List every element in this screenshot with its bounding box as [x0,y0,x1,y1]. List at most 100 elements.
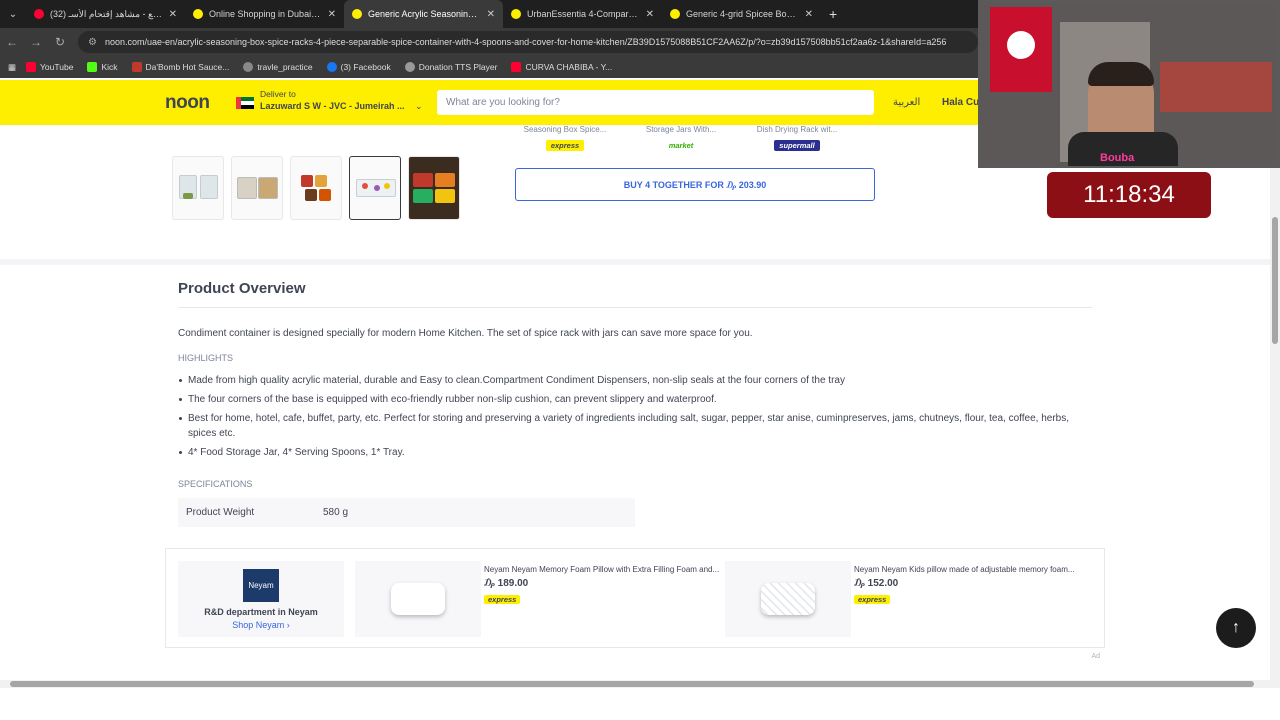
bookmark-facebook[interactable]: (3) Facebook [326,62,391,72]
bookmark-curva-chabiba[interactable]: CURVA CHABIBA - Y... [511,62,612,72]
gallery-thumbnail[interactable] [408,156,460,220]
ad-product-info[interactable]: Neyam Neyam Memory Foam Pillow with Extr… [484,565,724,607]
uae-flag-icon [236,97,254,109]
specifications-label: SPECIFICATIONS [178,479,253,489]
noon-favicon-icon [670,9,680,19]
ad-product-price: ₯ 152.00 [854,578,899,589]
scroll-to-top-button[interactable]: ↑ [1216,608,1256,648]
bundle-card[interactable]: Storage Jars With... market [631,125,731,153]
close-tab-icon[interactable]: ✕ [487,9,495,20]
gallery-thumbnail-selected[interactable] [349,156,401,220]
bundle-card-name: Storage Jars With... [645,125,717,134]
apps-icon[interactable]: ▦ [8,62,16,73]
express-badge: express [854,595,891,604]
ad-product-image[interactable] [725,561,851,637]
bundle-card-name: Seasoning Box Spice... [523,125,607,134]
account-greeting[interactable]: Hala Cu [942,97,979,108]
url-field[interactable]: ⚙ noon.com/uae-en/acrylic-seasoning-box-… [78,31,978,53]
forward-icon[interactable]: → [24,35,48,49]
product-overview-title: Product Overview [178,280,306,297]
new-tab-icon[interactable]: + [829,6,837,22]
gallery-thumbnail[interactable] [290,156,342,220]
site-info-icon[interactable]: ⚙ [88,37,97,48]
tab-urbanessentia[interactable]: UrbanEssentia 4-Compartment ✕ [503,0,662,28]
tab-spicee-box[interactable]: Generic 4-grid Spicee Box With ✕ [662,0,821,28]
facebook-icon [326,62,337,72]
tab-search-icon[interactable]: ⌄ [0,0,26,28]
horizontal-scrollbar[interactable] [0,680,1280,688]
back-icon[interactable]: ← [0,35,24,49]
arrow-up-icon: ↑ [1232,619,1240,636]
tab-title: Generic 4-grid Spicee Box With [686,9,799,19]
ad-product-title: Neyam Neyam Kids pillow made of adjustab… [854,565,1075,574]
ad-product-info[interactable]: Neyam Neyam Kids pillow made of adjustab… [854,565,1094,607]
highlight-item: The four corners of the base is equipped… [179,392,1098,407]
close-tab-icon[interactable]: ✕ [646,9,654,20]
highlight-item: Made from high quality acrylic material,… [179,373,1098,388]
bookmark-youtube[interactable]: YouTube [26,62,73,72]
tab-title: Online Shopping in Dubai, Abu Dhabi [209,9,322,19]
pillow-image [391,583,445,615]
highlights-label: HIGHLIGHTS [178,353,234,363]
bookmark-donation-tts[interactable]: Donation TTS Player [404,62,497,72]
section-divider [0,259,1270,265]
gallery-thumbnail[interactable] [231,156,283,220]
tab-title: Generic Acrylic Seasoning Box Spice [368,9,481,19]
noon-favicon-icon [193,9,203,19]
globe-icon [404,62,415,72]
tab-youtube[interactable]: (32) ترانديع - مشاهد إقتحام الأسـ ✕ [26,0,185,28]
bookmark-travle-practice[interactable]: travle_practice [243,62,313,72]
language-switch[interactable]: العربية [893,97,920,108]
express-badge: express [545,140,585,151]
chevron-down-icon: ⌄ [415,101,423,111]
shop-brand-link[interactable]: Shop Neyam › [178,620,344,630]
supermall-badge: supermall [774,140,820,151]
bookmark-kick[interactable]: Kick [87,62,118,72]
youtube-icon [511,62,522,72]
tab-title: (32) ترانديع - مشاهد إقتحام الأسـ [50,8,163,19]
bundle-card[interactable]: Dish Drying Rack wit... supermall [747,125,847,153]
noon-favicon-icon [511,9,521,19]
tunisia-flag-image [990,7,1052,92]
tab-noon-home[interactable]: Online Shopping in Dubai, Abu Dhabi ✕ [185,0,344,28]
vertical-scrollbar[interactable] [1270,125,1280,680]
screen: ⌄ (32) ترانديع - مشاهد إقتحام الأسـ ✕ On… [0,0,1280,720]
buy-together-button[interactable]: BUY 4 TOGETHER FOR ₯ 203.90 [515,168,875,201]
express-badge: express [484,595,521,604]
spec-row: Product Weight 580 g [178,498,635,527]
youtube-favicon-icon [34,9,44,19]
search-input[interactable]: What are you looking for? [437,90,874,115]
webcam-overlay: Bouba [978,0,1280,168]
webcam-watermark: Bouba [1100,152,1135,164]
gallery-thumbnail[interactable] [172,156,224,220]
close-tab-icon[interactable]: ✕ [328,9,336,20]
overview-divider [178,307,1092,308]
tab-acrylic-seasoning[interactable]: Generic Acrylic Seasoning Box Spice ✕ [344,0,503,28]
product-description: Condiment container is designed speciall… [178,328,753,339]
spec-value: 580 g [323,507,349,518]
ad-product-image[interactable] [355,561,481,637]
bundle-card[interactable]: Seasoning Box Spice... express [515,125,615,153]
tab-title: UrbanEssentia 4-Compartment [527,9,640,19]
bookmark-dabomb[interactable]: Da'Bomb Hot Sauce... [131,62,229,72]
sponsored-ad-banner: Neyam R&D department in Neyam Shop Neyam… [165,548,1105,660]
deliver-to-address: Lazuward S W - JVC - Jumeirah ... ⌄ [260,101,423,111]
bundle-card-name: Dish Drying Rack wit... [756,125,838,134]
reload-icon[interactable]: ↻ [48,35,72,49]
product-gallery-thumbnails [172,156,460,220]
deliver-to-selector[interactable]: Deliver to Lazuward S W - JVC - Jumeirah… [236,89,423,112]
timer-overlay: 11:18:34 [1047,172,1211,218]
ad-label: Ad [1091,653,1100,660]
noon-logo[interactable]: noon [165,92,210,114]
ad-brand-card[interactable]: Neyam R&D department in Neyam Shop Neyam… [178,561,344,637]
close-tab-icon[interactable]: ✕ [805,9,813,20]
ad-brand-name: R&D department in Neyam [204,607,318,617]
deliver-to-label: Deliver to [260,89,296,99]
vertical-scroll-thumb[interactable] [1272,217,1278,344]
horizontal-scroll-thumb[interactable] [10,681,1254,687]
market-badge: market [663,140,699,151]
spec-key: Product Weight [186,507,255,518]
highlight-item: 4* Food Storage Jar, 4* Serving Spoons, … [179,445,1098,460]
youtube-icon [26,62,37,72]
close-tab-icon[interactable]: ✕ [169,9,177,20]
